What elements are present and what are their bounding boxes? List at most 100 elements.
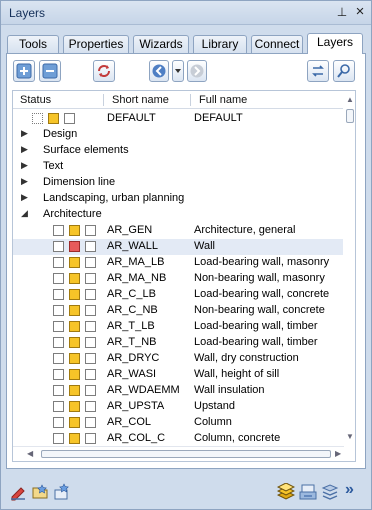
status-color[interactable] [69, 417, 80, 428]
add-layer-icon[interactable] [13, 60, 35, 82]
status-checkbox[interactable] [53, 353, 64, 364]
status-color[interactable] [69, 433, 80, 444]
forward-icon[interactable] [187, 60, 207, 82]
status-checkbox[interactable] [53, 417, 64, 428]
status-color[interactable] [69, 289, 80, 300]
layer-row[interactable]: AR_GEN Architecture, general [13, 223, 343, 239]
more-icon[interactable]: » [345, 481, 354, 499]
status-checkbox[interactable] [85, 369, 96, 380]
layer-row[interactable]: AR_DRYC Wall, dry construction [13, 351, 343, 367]
status-checkbox[interactable] [53, 433, 64, 444]
horizontal-scrollbar[interactable]: ◀ ▶ [13, 446, 344, 461]
status-color[interactable] [69, 257, 80, 268]
status-color[interactable] [69, 353, 80, 364]
close-icon[interactable]: × [353, 4, 367, 19]
category-row[interactable]: ◢ Architecture [13, 207, 343, 223]
status-checkbox[interactable] [85, 305, 96, 316]
refresh-icon[interactable] [93, 60, 115, 82]
collapsed-arrow-icon[interactable]: ▶ [21, 176, 28, 187]
category-row[interactable]: ▶ Landscaping, urban planning [13, 191, 343, 207]
favorites-icon[interactable] [53, 483, 71, 504]
back-icon[interactable] [149, 60, 169, 82]
status-checkbox[interactable] [53, 401, 64, 412]
layer-row[interactable]: AR_C_LB Load-bearing wall, concrete [13, 287, 343, 303]
status-checkbox[interactable] [53, 321, 64, 332]
status-color[interactable] [69, 321, 80, 332]
status-color[interactable] [69, 273, 80, 284]
status-color[interactable] [69, 401, 80, 412]
scroll-right-icon[interactable]: ▶ [335, 449, 341, 458]
layer-row[interactable]: AR_T_LB Load-bearing wall, timber [13, 319, 343, 335]
status-color[interactable] [69, 369, 80, 380]
tab-tools[interactable]: Tools [7, 35, 59, 53]
tab-layers[interactable]: Layers [307, 33, 363, 54]
status-color[interactable] [69, 305, 80, 316]
category-row[interactable]: ▶ Text [13, 159, 343, 175]
settings-icon[interactable] [321, 483, 339, 504]
status-checkbox[interactable] [53, 369, 64, 380]
status-checkbox[interactable] [53, 385, 64, 396]
layer-row[interactable]: AR_C_NB Non-bearing wall, concrete [13, 303, 343, 319]
status-checkbox[interactable] [32, 113, 43, 124]
status-checkbox[interactable] [85, 337, 96, 348]
default-layer-row[interactable]: DEFAULT DEFAULT [13, 111, 343, 127]
horizontal-scroll-thumb[interactable] [41, 450, 331, 458]
status-color[interactable] [69, 241, 80, 252]
column-full-name[interactable]: Full name [199, 94, 247, 106]
vertical-scroll-thumb[interactable] [346, 109, 354, 123]
dropdown-icon[interactable] [172, 60, 184, 82]
status-checkbox[interactable] [53, 241, 64, 252]
column-short-name[interactable]: Short name [112, 94, 169, 106]
status-checkbox[interactable] [53, 337, 64, 348]
status-color[interactable] [48, 113, 59, 124]
status-checkbox[interactable] [64, 113, 75, 124]
layer-row[interactable]: AR_MA_NB Non-bearing wall, masonry [13, 271, 343, 287]
status-checkbox[interactable] [85, 321, 96, 332]
layers-stack-icon[interactable] [276, 482, 296, 504]
expanded-arrow-icon[interactable]: ◢ [21, 208, 28, 219]
status-checkbox[interactable] [85, 289, 96, 300]
category-row[interactable]: ▶ Dimension line [13, 175, 343, 191]
status-checkbox[interactable] [53, 305, 64, 316]
vertical-scrollbar[interactable]: ▲ ▼ [344, 91, 355, 446]
status-checkbox[interactable] [85, 401, 96, 412]
collapsed-arrow-icon[interactable]: ▶ [21, 144, 28, 155]
category-row[interactable]: ▶ Surface elements [13, 143, 343, 159]
pin-icon[interactable]: ⊥ [335, 5, 349, 19]
collapsed-arrow-icon[interactable]: ▶ [21, 192, 28, 203]
open-folder-icon[interactable] [31, 483, 49, 504]
remove-layer-icon[interactable] [39, 60, 61, 82]
layer-row[interactable]: AR_WASI Wall, height of sill [13, 367, 343, 383]
status-checkbox[interactable] [53, 273, 64, 284]
status-checkbox[interactable] [85, 433, 96, 444]
status-checkbox[interactable] [85, 385, 96, 396]
collapsed-arrow-icon[interactable]: ▶ [21, 128, 28, 139]
status-color[interactable] [69, 385, 80, 396]
status-checkbox[interactable] [53, 289, 64, 300]
layer-row[interactable]: AR_T_NB Load-bearing wall, timber [13, 335, 343, 351]
tab-connect[interactable]: Connect [251, 35, 303, 53]
status-checkbox[interactable] [85, 257, 96, 268]
layer-row[interactable]: AR_COL Column [13, 415, 343, 431]
scroll-up-icon[interactable]: ▲ [346, 95, 354, 104]
status-checkbox[interactable] [53, 257, 64, 268]
status-color[interactable] [69, 337, 80, 348]
print-icon[interactable] [299, 483, 317, 504]
layer-row[interactable]: AR_UPSTA Upstand [13, 399, 343, 415]
category-row[interactable]: ▶ Design [13, 127, 343, 143]
layer-row[interactable]: AR_MA_LB Load-bearing wall, masonry [13, 255, 343, 271]
tab-properties[interactable]: Properties [63, 35, 129, 53]
scroll-down-icon[interactable]: ▼ [346, 432, 354, 441]
swap-icon[interactable] [307, 60, 329, 82]
status-checkbox[interactable] [85, 241, 96, 252]
scroll-left-icon[interactable]: ◀ [27, 449, 33, 458]
layer-row[interactable]: AR_WDAEMM Wall insulation [13, 383, 343, 399]
status-checkbox[interactable] [85, 353, 96, 364]
status-checkbox[interactable] [85, 417, 96, 428]
tab-library[interactable]: Library [193, 35, 247, 53]
column-status[interactable]: Status [20, 94, 51, 106]
collapsed-arrow-icon[interactable]: ▶ [21, 160, 28, 171]
layer-row[interactable]: AR_WALL Wall [13, 239, 343, 255]
tab-wizards[interactable]: Wizards [133, 35, 189, 53]
status-checkbox[interactable] [85, 273, 96, 284]
